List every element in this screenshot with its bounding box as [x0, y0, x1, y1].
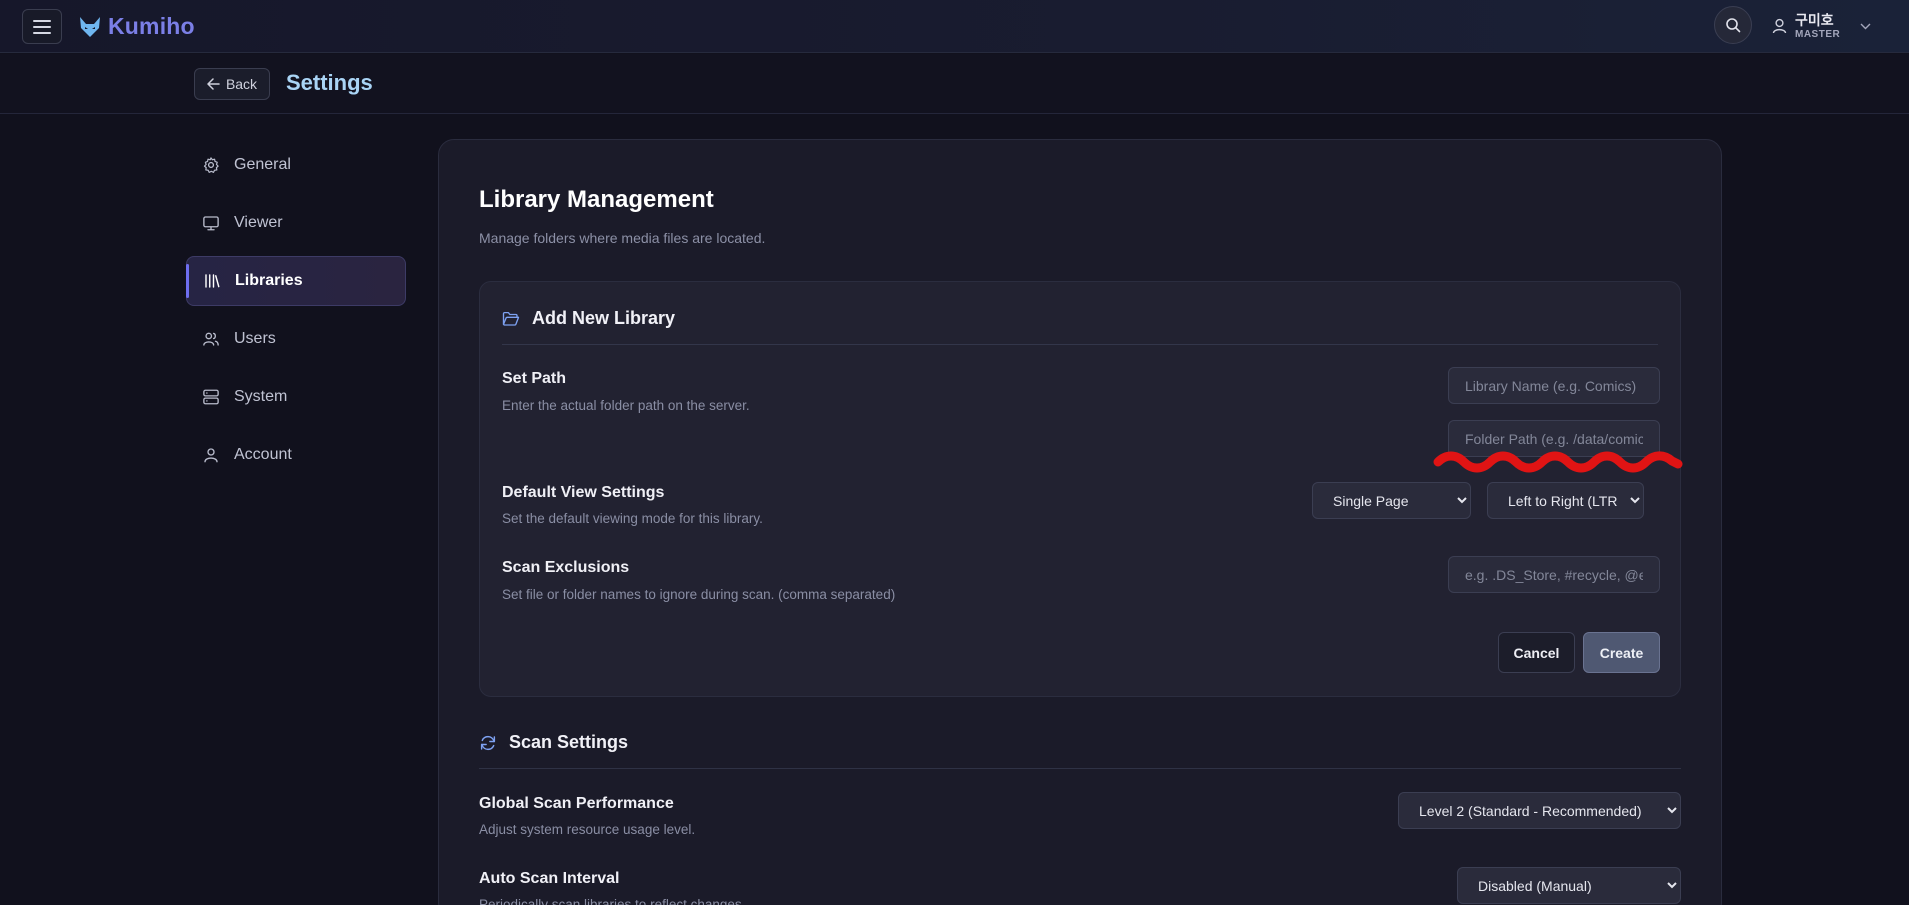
- users-icon: [203, 332, 219, 346]
- set-path-description: Enter the actual folder path on the serv…: [502, 398, 750, 413]
- scan-settings-title: Scan Settings: [509, 732, 629, 752]
- default-view-description: Set the default viewing mode for this li…: [502, 511, 763, 526]
- scan-interval-label: Auto Scan Interval: [479, 870, 620, 887]
- sidebar-item-viewer[interactable]: Viewer: [186, 198, 406, 248]
- scan-interval-select[interactable]: Disabled (Manual): [1457, 867, 1681, 904]
- sidebar-item-account[interactable]: Account: [186, 430, 406, 480]
- library-name-input[interactable]: [1448, 367, 1660, 404]
- sidebar-item-label: Viewer: [234, 214, 283, 231]
- user-name: 구미호: [1795, 11, 1834, 28]
- cancel-button[interactable]: Cancel: [1498, 632, 1575, 673]
- view-mode-select[interactable]: Single Page: [1312, 482, 1471, 519]
- back-button[interactable]: Back: [194, 68, 270, 100]
- user-icon: [1772, 18, 1787, 34]
- default-view-label: Default View Settings: [502, 484, 665, 501]
- set-path-label: Set Path: [502, 370, 567, 387]
- sidebar-item-users[interactable]: Users: [186, 314, 406, 364]
- sidebar-item-label: General: [234, 156, 291, 173]
- settings-sidebar: General Viewer Libraries Users System Ac…: [186, 140, 406, 488]
- add-library-panel: Add New Library Set Path Enter the actua…: [479, 281, 1681, 697]
- user-menu[interactable]: 구미호 MASTER: [1772, 11, 1871, 41]
- library-icon: [205, 274, 220, 288]
- server-icon: [203, 389, 219, 405]
- divider: [502, 344, 1658, 345]
- scan-performance-select[interactable]: Level 2 (Standard - Recommended): [1398, 792, 1681, 829]
- sidebar-item-system[interactable]: System: [186, 372, 406, 422]
- sidebar-item-label: Account: [234, 446, 292, 463]
- scan-interval-description: Periodically scan libraries to reflect c…: [479, 897, 746, 905]
- search-button[interactable]: [1714, 6, 1752, 44]
- gear-icon: [203, 157, 219, 173]
- user-icon: [204, 448, 218, 463]
- refresh-icon: [480, 735, 496, 750]
- section-title: Library Management: [479, 186, 714, 213]
- scan-performance-label: Global Scan Performance: [479, 795, 674, 812]
- section-description: Manage folders where media files are loc…: [479, 230, 766, 246]
- hamburger-icon: [33, 19, 51, 34]
- add-library-title: Add New Library: [532, 308, 676, 328]
- arrow-left-icon: [207, 78, 220, 90]
- back-label: Back: [225, 76, 258, 92]
- divider: [479, 768, 1681, 769]
- create-button[interactable]: Create: [1583, 632, 1660, 673]
- red-annotation-mark: [1433, 451, 1683, 473]
- search-icon: [1726, 18, 1741, 33]
- reading-direction-select[interactable]: Left to Right (LTR): [1487, 482, 1644, 519]
- top-bar: Kumiho 구미호 MASTER: [0, 0, 1909, 53]
- scan-exclusions-input[interactable]: [1448, 556, 1660, 593]
- folder-open-icon: [502, 311, 520, 326]
- app-name: Kumiho: [108, 13, 195, 39]
- scan-performance-description: Adjust system resource usage level.: [479, 822, 696, 837]
- sidebar-item-general[interactable]: General: [186, 140, 406, 190]
- app-logo[interactable]: Kumiho: [78, 13, 195, 40]
- page-header: Back Settings: [0, 54, 1909, 114]
- scan-exclusions-label: Scan Exclusions: [502, 559, 630, 576]
- sidebar-item-label: Users: [234, 330, 276, 347]
- user-role: MASTER: [1795, 28, 1841, 40]
- menu-button[interactable]: [22, 9, 62, 44]
- sidebar-item-label: Libraries: [235, 272, 303, 289]
- sidebar-item-label: System: [234, 388, 288, 405]
- scan-exclusions-description: Set file or folder names to ignore durin…: [502, 587, 896, 602]
- library-management-card: Library Management Manage folders where …: [438, 139, 1722, 905]
- fox-logo-icon: [80, 16, 100, 37]
- monitor-icon: [203, 216, 219, 231]
- chevron-down-icon: [1860, 23, 1871, 29]
- page-title: Settings: [286, 70, 373, 95]
- sidebar-item-libraries[interactable]: Libraries: [186, 256, 406, 306]
